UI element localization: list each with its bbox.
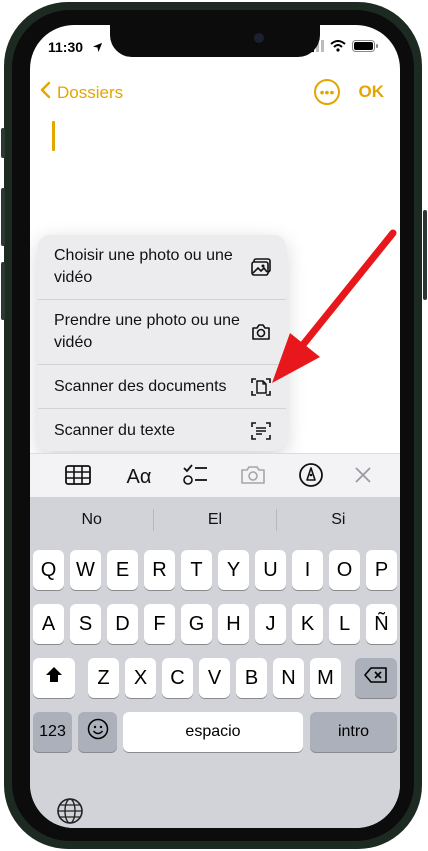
backspace-icon (364, 666, 388, 690)
key-b[interactable]: B (236, 658, 267, 698)
key-n[interactable]: N (273, 658, 304, 698)
key-j[interactable]: J (255, 604, 286, 644)
key-x[interactable]: X (125, 658, 156, 698)
back-label: Dossiers (57, 82, 124, 102)
shift-key[interactable] (33, 658, 75, 698)
key-h[interactable]: H (218, 604, 249, 644)
menu-item-take-photo[interactable]: Prendre une photo ou une vidéo (38, 300, 286, 365)
key-w[interactable]: W (70, 550, 101, 590)
nav-bar: Dossiers ••• OK (30, 77, 400, 107)
camera-icon (250, 321, 272, 343)
menu-item-label: Choisir une photo ou une vidéo (54, 247, 233, 286)
more-options-button[interactable]: ••• (314, 79, 340, 105)
globe-button[interactable] (56, 797, 84, 825)
volume-down-button (1, 262, 5, 320)
checklist-button[interactable] (182, 463, 208, 492)
location-icon (92, 40, 103, 56)
menu-item-scan-documents[interactable]: Scanner des documents (38, 365, 286, 409)
menu-item-label: Scanner du texte (54, 421, 175, 439)
suggestion-1[interactable]: No (30, 497, 153, 543)
key-t[interactable]: T (181, 550, 212, 590)
close-toolbar-button[interactable] (350, 464, 376, 490)
text-format-label: Aα (126, 465, 152, 488)
key-l[interactable]: L (329, 604, 360, 644)
ellipsis-icon: ••• (319, 84, 335, 100)
key-c[interactable]: C (162, 658, 193, 698)
table-icon (65, 464, 91, 490)
menu-item-label: Prendre une photo ou une vidéo (54, 312, 240, 351)
status-time: 11:30 (48, 39, 84, 55)
menu-item-choose-photo[interactable]: Choisir une photo ou une vidéo (38, 235, 286, 300)
key-enye[interactable]: Ñ (366, 604, 397, 644)
key-e[interactable]: E (107, 550, 138, 590)
menu-item-scan-text[interactable]: Scanner du texte (38, 409, 286, 451)
power-button (423, 210, 427, 300)
key-p[interactable]: P (366, 550, 397, 590)
suggestion-divider (276, 509, 277, 531)
suggestion-divider (153, 509, 154, 531)
text-format-button[interactable]: Aα (124, 464, 154, 490)
key-m[interactable]: M (310, 658, 341, 698)
table-button[interactable] (65, 464, 91, 490)
space-key[interactable]: espacio (123, 712, 303, 752)
done-button[interactable]: OK (359, 82, 385, 102)
smiley-icon (87, 718, 109, 746)
camera-context-menu: Choisir une photo ou une vidéo Prendre u… (38, 235, 286, 451)
key-s[interactable]: S (70, 604, 101, 644)
back-button[interactable]: Dossiers (40, 81, 123, 104)
checklist-icon (182, 463, 208, 492)
key-o[interactable]: O (329, 550, 360, 590)
camera-button[interactable] (240, 464, 266, 490)
document-scan-icon (250, 376, 272, 398)
screen: 11:30 Dossiers ••• OK Choisir une photo … (30, 25, 400, 828)
return-key[interactable]: intro (310, 712, 397, 752)
front-camera (254, 33, 264, 43)
pen-tip-icon (298, 462, 324, 493)
markup-button[interactable] (298, 462, 324, 493)
battery-icon (352, 39, 378, 55)
suggestion-bar: No El Si (30, 497, 400, 543)
emoji-key[interactable] (78, 712, 117, 752)
suggestion-3[interactable]: Si (277, 497, 400, 543)
volume-up-button (1, 188, 5, 246)
notch (110, 25, 320, 57)
numbers-key[interactable]: 123 (33, 712, 72, 752)
key-v[interactable]: V (199, 658, 230, 698)
globe-icon (56, 798, 84, 828)
keyboard: No El Si Q W E R T Y U I O P A S D F G H… (30, 497, 400, 828)
menu-item-label: Scanner des documents (54, 377, 227, 395)
key-k[interactable]: K (292, 604, 323, 644)
key-z[interactable]: Z (88, 658, 119, 698)
text-cursor (52, 121, 55, 151)
key-i[interactable]: I (292, 550, 323, 590)
key-u[interactable]: U (255, 550, 286, 590)
key-y[interactable]: Y (218, 550, 249, 590)
chevron-left-icon (40, 81, 51, 104)
key-f[interactable]: F (144, 604, 175, 644)
key-a[interactable]: A (33, 604, 64, 644)
shift-arrow-icon (45, 666, 63, 690)
wifi-icon (330, 39, 346, 55)
suggestion-2[interactable]: El (153, 497, 276, 543)
camera-icon (240, 464, 266, 491)
photo-library-icon (250, 256, 272, 278)
key-q[interactable]: Q (33, 550, 64, 590)
silent-switch (1, 128, 5, 158)
format-toolbar: Aα (30, 453, 400, 498)
key-d[interactable]: D (107, 604, 138, 644)
key-g[interactable]: G (181, 604, 212, 644)
close-icon (354, 466, 372, 489)
delete-key[interactable] (355, 658, 397, 698)
text-scan-icon (250, 420, 272, 442)
key-r[interactable]: R (144, 550, 175, 590)
